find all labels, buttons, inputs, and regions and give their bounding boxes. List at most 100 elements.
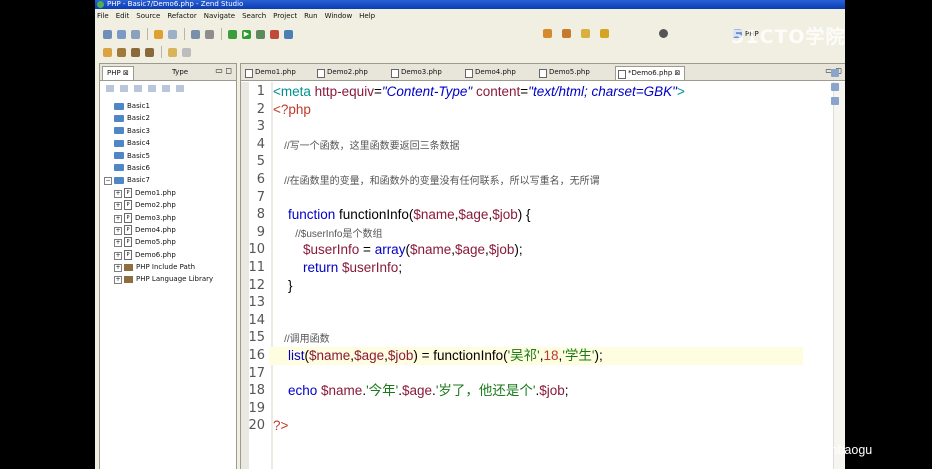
back-icon[interactable] — [106, 84, 114, 92]
code-line[interactable]: 16 list($name,$age,$job) = functionInfo(… — [241, 347, 833, 365]
back-icon[interactable] — [131, 47, 140, 57]
collapse-all-icon[interactable] — [148, 84, 156, 92]
code-line[interactable]: 1 <meta http-equiv="Content-Type" content… — [241, 83, 833, 101]
blank-icon[interactable] — [182, 47, 191, 57]
menu-help[interactable]: Help — [359, 12, 375, 20]
tab-php-explorer[interactable]: PHP ⊠ — [102, 66, 134, 80]
tree-item[interactable]: Basic5 — [100, 150, 236, 162]
editor-tab-demo2php[interactable]: Demo2.php — [315, 66, 368, 79]
open-type-icon[interactable] — [562, 29, 571, 38]
menu-source[interactable]: Source — [136, 12, 160, 20]
task-icon[interactable] — [168, 47, 177, 57]
code-line[interactable]: 5 — [241, 153, 833, 171]
expand-toggle-icon[interactable]: + — [114, 214, 122, 223]
menu-window[interactable]: Window — [325, 12, 353, 20]
menu-file[interactable]: File — [97, 12, 109, 20]
tree-item[interactable]: + P Demo4.php — [100, 224, 236, 236]
tree-item[interactable]: Basic1 — [100, 100, 236, 112]
expand-toggle-icon[interactable]: + — [114, 202, 122, 211]
code-line[interactable]: 18 echo $name.'今年'.$age.'岁了，他还是个'.$job; — [241, 382, 833, 400]
code-line[interactable]: 3 — [241, 118, 833, 136]
expand-toggle-icon[interactable]: + — [114, 189, 122, 198]
menu-project[interactable]: Project — [273, 12, 297, 20]
bolt-icon[interactable] — [600, 29, 609, 38]
forward-icon[interactable] — [120, 84, 128, 92]
tree-item[interactable]: Basic6 — [100, 162, 236, 174]
tree-item[interactable]: + PHP Include Path — [100, 261, 236, 273]
code-line[interactable]: 17 — [241, 365, 833, 383]
copy-icon[interactable] — [168, 29, 177, 39]
expand-toggle-icon[interactable]: + — [114, 264, 122, 273]
tree-item[interactable]: + P Demo2.php — [100, 199, 236, 211]
stop-icon[interactable] — [270, 29, 279, 39]
editor-tab-demo3php[interactable]: Demo3.php — [389, 66, 442, 79]
tasks-icon[interactable] — [831, 97, 839, 105]
code-line[interactable]: 14 — [241, 312, 833, 330]
view-menu-icon[interactable] — [176, 84, 184, 92]
next-annotation-icon[interactable] — [117, 47, 126, 57]
expand-toggle-icon[interactable]: − — [104, 177, 112, 186]
php-file-icon: P — [124, 249, 132, 260]
pen-icon[interactable] — [581, 29, 590, 38]
menu-edit[interactable]: Edit — [116, 12, 130, 20]
menu-navigate[interactable]: Navigate — [204, 12, 235, 20]
code-line[interactable]: 2 <?php — [241, 101, 833, 119]
up-icon[interactable] — [134, 84, 142, 92]
editor-tab-demo4php[interactable]: Demo4.php — [463, 66, 516, 79]
tree-item[interactable]: Basic2 — [100, 112, 236, 124]
web-browser-icon[interactable] — [284, 29, 293, 39]
editor-tab-demo1php[interactable]: Demo1.php — [243, 66, 296, 79]
run-config-icon[interactable] — [205, 29, 214, 39]
tree-item[interactable]: Basic4 — [100, 137, 236, 149]
code-line[interactable]: 4 //写一个函数，这里函数要返回三条数据 — [241, 136, 833, 154]
menu-refactor[interactable]: Refactor — [167, 12, 196, 20]
expand-toggle-icon[interactable]: + — [114, 276, 122, 285]
editor-tab-demo5php[interactable]: Demo5.php — [537, 66, 590, 79]
new-icon[interactable] — [103, 29, 112, 39]
code-line[interactable]: 6 //在函数里的变量，和函数外的变量没有任何联系，所以写重名，无所谓 — [241, 171, 833, 189]
editor-tab-demo6php[interactable]: *Demo6.php ⊠ — [615, 66, 686, 80]
tree-item[interactable]: + P Demo1.php — [100, 187, 236, 199]
expand-toggle-icon[interactable]: + — [114, 239, 122, 248]
tree-item[interactable]: + P Demo6.php — [100, 249, 236, 261]
tree-item[interactable]: − Basic7 — [100, 174, 236, 186]
profile-icon[interactable] — [256, 29, 265, 39]
code-line[interactable]: 7 — [241, 189, 833, 207]
minimize-maximize-icon[interactable]: ▭ ◻ — [215, 66, 232, 75]
save-icon[interactable] — [117, 29, 126, 39]
run-icon[interactable]: ▶ — [242, 29, 251, 39]
link-editor-icon[interactable] — [162, 84, 170, 92]
debug-icon[interactable] — [228, 29, 237, 39]
menu-run[interactable]: Run — [304, 12, 317, 20]
close-tab-icon[interactable]: ⊠ — [672, 69, 681, 77]
php-file-icon: P — [124, 224, 132, 235]
expand-toggle-icon[interactable]: + — [114, 226, 122, 235]
print-icon[interactable] — [131, 29, 140, 39]
code-line[interactable]: 12 } — [241, 277, 833, 295]
tree-item[interactable]: Basic3 — [100, 125, 236, 137]
code-line[interactable]: 19 — [241, 400, 833, 418]
code-line[interactable]: 15 //调用函数 — [241, 329, 833, 347]
forward-icon[interactable] — [145, 47, 154, 57]
search-icon[interactable] — [103, 47, 112, 57]
code-text: $userInfo = array($name,$age,$job); — [273, 241, 523, 259]
code-line[interactable]: 20 ?> — [241, 417, 833, 435]
open-folder-icon[interactable] — [154, 29, 163, 39]
tree-item[interactable]: + P Demo5.php — [100, 236, 236, 248]
deploy-icon[interactable] — [191, 29, 200, 39]
menu-search[interactable]: Search — [242, 12, 266, 20]
code-line[interactable]: 11 return $userInfo; — [241, 259, 833, 277]
code-token: "Content-Type" — [381, 84, 473, 99]
project-icon[interactable] — [543, 29, 552, 38]
tab-type-hierarchy[interactable]: Type — [168, 66, 192, 79]
outline-icon[interactable] — [831, 69, 839, 77]
hierarchy-icon[interactable] — [831, 83, 839, 91]
code-line[interactable]: 13 — [241, 294, 833, 312]
code-line[interactable]: 8 function functionInfo($name,$age,$job)… — [241, 206, 833, 224]
tree-item[interactable]: + PHP Language Library — [100, 273, 236, 285]
code-line[interactable]: 9 //$userInfo是个数组 — [241, 224, 833, 242]
expand-toggle-icon[interactable]: + — [114, 251, 122, 260]
globe-icon[interactable] — [659, 29, 668, 38]
tree-item[interactable]: + P Demo3.php — [100, 212, 236, 224]
code-line[interactable]: 10 $userInfo = array($name,$age,$job); — [241, 241, 833, 259]
